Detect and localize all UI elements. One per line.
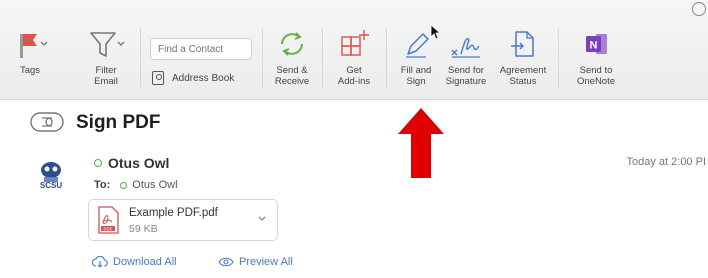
ribbon-separator — [386, 28, 387, 88]
attachment-name: Example PDF.pdf — [129, 207, 218, 219]
address-book-label: Address Book — [172, 72, 235, 84]
document-status-icon — [503, 28, 543, 60]
filter-email-button[interactable]: Filter Email — [84, 28, 128, 87]
help-icon[interactable] — [692, 2, 706, 16]
address-book-icon — [152, 71, 164, 85]
chevron-down-icon[interactable] — [257, 214, 267, 224]
pdf-link-icon — [30, 112, 64, 132]
message-subject: Sign PDF — [76, 112, 161, 133]
address-book-button[interactable]: Address Book — [152, 70, 234, 86]
agreement-status-button[interactable]: Agreement Status — [495, 28, 551, 87]
tags-button[interactable]: Tags — [8, 28, 52, 76]
presence-icon — [120, 181, 128, 189]
flag-icon — [10, 28, 50, 60]
svg-text:PDF: PDF — [104, 226, 113, 231]
download-all-label: Download All — [113, 256, 177, 268]
sender-avatar: SCSU — [40, 162, 62, 190]
find-contact-input[interactable] — [150, 38, 252, 60]
presence-icon — [94, 159, 102, 167]
signature-icon — [446, 28, 486, 60]
to-line: To: Otus Owl — [94, 179, 178, 191]
sync-icon — [272, 28, 312, 60]
ribbon-toolbar: Tags Filter Email Address Book Send & Re… — [0, 0, 708, 100]
filter-email-label: Filter Email — [94, 65, 118, 87]
mouse-cursor-icon — [430, 24, 440, 40]
send-for-signature-label: Send for Signature — [445, 65, 487, 87]
message-timestamp: Today at 2:00 PI — [626, 156, 707, 168]
to-label: To: — [94, 179, 111, 191]
attachment-size: 59 KB — [129, 223, 158, 235]
ribbon-separator — [322, 28, 323, 88]
get-addins-button[interactable]: Get Add-ins — [330, 28, 378, 87]
preview-all-label: Preview All — [239, 256, 293, 268]
send-receive-button[interactable]: Send & Receive — [266, 28, 318, 87]
onenote-icon: N — [576, 28, 616, 60]
download-all-link[interactable]: Download All — [92, 256, 177, 268]
red-arrow-annotation — [398, 108, 444, 178]
svg-text:N: N — [590, 40, 598, 52]
recipient-name[interactable]: Otus Owl — [132, 179, 177, 191]
tags-label: Tags — [19, 65, 41, 76]
sender-name-text: Otus Owl — [108, 155, 170, 171]
agreement-status-label: Agreement Status — [499, 65, 547, 87]
eye-icon — [218, 257, 234, 267]
ribbon-separator — [558, 28, 559, 88]
preview-all-link[interactable]: Preview All — [218, 256, 293, 268]
send-to-onenote-button[interactable]: N Send to OneNote — [568, 28, 624, 87]
svg-text:SCSU: SCSU — [40, 181, 62, 190]
ribbon-separator — [262, 28, 263, 88]
funnel-icon — [86, 28, 126, 60]
sender-name[interactable]: Otus Owl — [94, 155, 169, 171]
send-receive-label: Send & Receive — [274, 65, 310, 87]
addins-grid-icon — [334, 28, 374, 60]
ribbon-separator — [140, 28, 141, 88]
pdf-file-icon: PDF — [98, 206, 119, 234]
get-addins-label: Get Add-ins — [337, 65, 371, 87]
attachment-card[interactable]: PDF Example PDF.pdf 59 KB — [88, 199, 278, 241]
fill-and-sign-label: Fill and Sign — [400, 65, 432, 87]
cloud-download-icon — [92, 256, 108, 268]
send-to-onenote-label: Send to OneNote — [576, 65, 616, 87]
send-for-signature-button[interactable]: Send for Signature — [441, 28, 491, 87]
